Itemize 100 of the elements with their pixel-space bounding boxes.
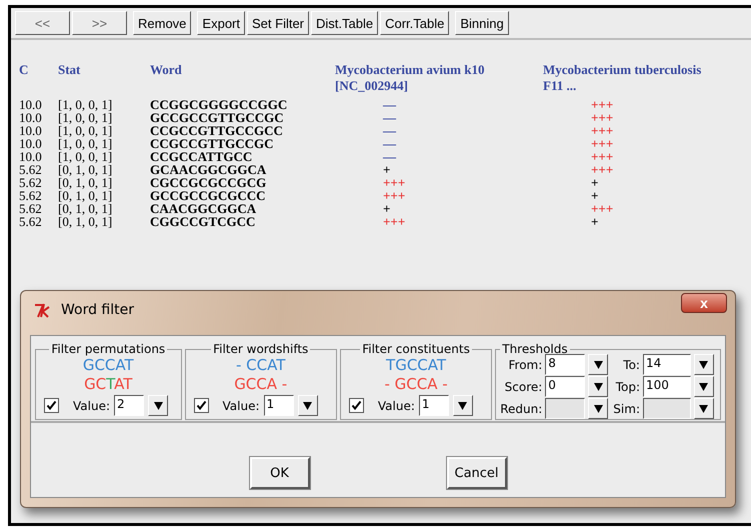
value-field[interactable]: 100 [642, 376, 691, 397]
dropdown-button[interactable] [452, 395, 473, 416]
checkbox[interactable] [194, 398, 209, 413]
field-label: Top: [614, 380, 640, 394]
table-cell-text: 10.0 [19, 98, 43, 111]
column-header: Stat [58, 62, 150, 98]
dropdown-button[interactable] [694, 398, 714, 419]
toolbar-button[interactable]: << [15, 11, 70, 35]
table-cell-text: [1, 0, 0, 1] [58, 124, 114, 137]
table-cell: +++ [383, 188, 406, 203]
table-cell-text: [0, 1, 0, 1] [58, 189, 114, 202]
group-title: Thresholds [501, 342, 569, 356]
dropdown-button[interactable] [694, 376, 714, 397]
dropdown-button[interactable] [588, 376, 608, 397]
toolbar-button[interactable]: Set Filter [247, 11, 310, 35]
table-cell: + [383, 201, 390, 216]
table-cell-text: GCAACGGCGGCA [150, 163, 268, 176]
toolbar-button[interactable]: Dist.Table [311, 11, 378, 35]
table-cell: — [383, 149, 396, 164]
dropdown-button[interactable] [588, 354, 608, 375]
table-cell: + [591, 188, 598, 203]
table-cell-text: [1, 0, 0, 1] [58, 98, 114, 111]
value-field[interactable]: 14 [642, 354, 691, 375]
sequence-text: GCCA - [233, 375, 288, 394]
table-cell: + [383, 162, 390, 177]
table-cell: — [383, 123, 396, 138]
table-cell-text: 5.62 [19, 189, 43, 202]
field-label: Value: [378, 398, 415, 412]
toolbar-button[interactable]: Remove [133, 11, 192, 35]
table-cell: + [591, 175, 598, 190]
dropdown-button[interactable] [588, 398, 608, 419]
dropdown-arrow-icon [699, 404, 708, 412]
table-cell: +++ [591, 162, 614, 177]
table-cell-text: CCGCCATTGCC [150, 150, 254, 163]
value-field[interactable]: 0 [545, 376, 586, 397]
table-cell: +++ [591, 201, 614, 216]
table-cell-text: [0, 1, 0, 1] [58, 202, 114, 215]
window-title: Word filter [61, 302, 134, 318]
table-cell-text: 5.62 [19, 176, 43, 189]
group-title: Filter permutations [50, 342, 166, 356]
table-cell-text: 5.62 [19, 202, 43, 215]
column-header: Word [150, 62, 335, 98]
close-button[interactable]: x [681, 293, 727, 313]
dropdown-button[interactable] [694, 354, 714, 375]
dialog-button[interactable]: Cancel [446, 457, 506, 489]
toolbar-button[interactable]: >> [72, 11, 127, 35]
table-cell: + [591, 214, 598, 229]
table-cell: +++ [591, 97, 614, 112]
table-cell-text: CGCCGCGCCGCG [150, 176, 268, 189]
dropdown-arrow-icon [594, 360, 603, 368]
table-cell: +++ [591, 123, 614, 138]
column-header: C [19, 62, 30, 79]
value-field[interactable]: 1 [264, 395, 294, 416]
table-cell-text: CCGCCGTTGCCGCC [150, 124, 284, 137]
dropdown-button[interactable] [298, 395, 318, 416]
dropdown-arrow-icon [699, 382, 708, 390]
table-cell-text: 10.0 [19, 124, 43, 137]
dropdown-arrow-icon [594, 404, 603, 412]
toolbar-button[interactable]: Corr.Table [380, 11, 450, 35]
table-cell: +++ [383, 175, 406, 190]
value-field[interactable]: 2 [114, 395, 144, 416]
table-cell-text: CGGCCGTCGCC [150, 215, 256, 228]
table-cell-text: CCGCCGTTGCCGC [150, 137, 275, 150]
table-cell: — [383, 136, 396, 151]
table-cell-text: CAACGGCGGCA [150, 202, 258, 215]
checkbox[interactable] [44, 398, 59, 413]
checkbox[interactable] [348, 398, 364, 413]
toolbar-button[interactable]: Binning [455, 11, 509, 35]
table-cell: +++ [591, 136, 614, 151]
dialog-button[interactable]: OK [250, 457, 310, 489]
field-label: To: [622, 358, 640, 372]
table-cell-text: GCCGCCGCGCCC [150, 189, 267, 202]
table-cell: +++ [591, 149, 614, 164]
table-cell-text: [1, 0, 0, 1] [58, 137, 114, 150]
table-cell-text: [0, 1, 0, 1] [58, 163, 114, 176]
dropdown-arrow-icon [594, 382, 603, 390]
table-cell-text: 10.0 [19, 150, 43, 163]
field-label: Value: [73, 398, 110, 412]
sequence-text: GCTAT [83, 375, 134, 394]
table-cell-text: 5.62 [19, 163, 43, 176]
sequence-text: GCCAT [82, 356, 135, 375]
table-cell-text: [0, 1, 0, 1] [58, 176, 114, 189]
field-label: From: [508, 358, 542, 372]
group-title: Filter constituents [361, 342, 471, 356]
dropdown-arrow-icon [458, 402, 468, 410]
column-header: Mycobacterium avium k10 [NC_002944] [335, 62, 543, 98]
dropdown-button[interactable] [148, 395, 168, 416]
group-title: Filter wordshifts [212, 342, 310, 356]
table-cell-text: [0, 1, 0, 1] [58, 215, 114, 228]
table-cell-text: CCGGCGGGGCCGGC [150, 98, 288, 111]
value-field[interactable]: 8 [545, 354, 586, 375]
dropdown-arrow-icon [699, 360, 708, 368]
toolbar-button[interactable]: Export [197, 11, 245, 35]
value-field[interactable]: 1 [418, 395, 449, 416]
table-cell-text: GCCGCCGTTGCCGC [150, 111, 285, 124]
dropdown-arrow-icon [154, 402, 162, 410]
table-cell: +++ [591, 110, 614, 125]
dropdown-arrow-icon [303, 402, 312, 410]
table-cell-text: 10.0 [19, 137, 43, 150]
table-cell: — [383, 110, 396, 125]
